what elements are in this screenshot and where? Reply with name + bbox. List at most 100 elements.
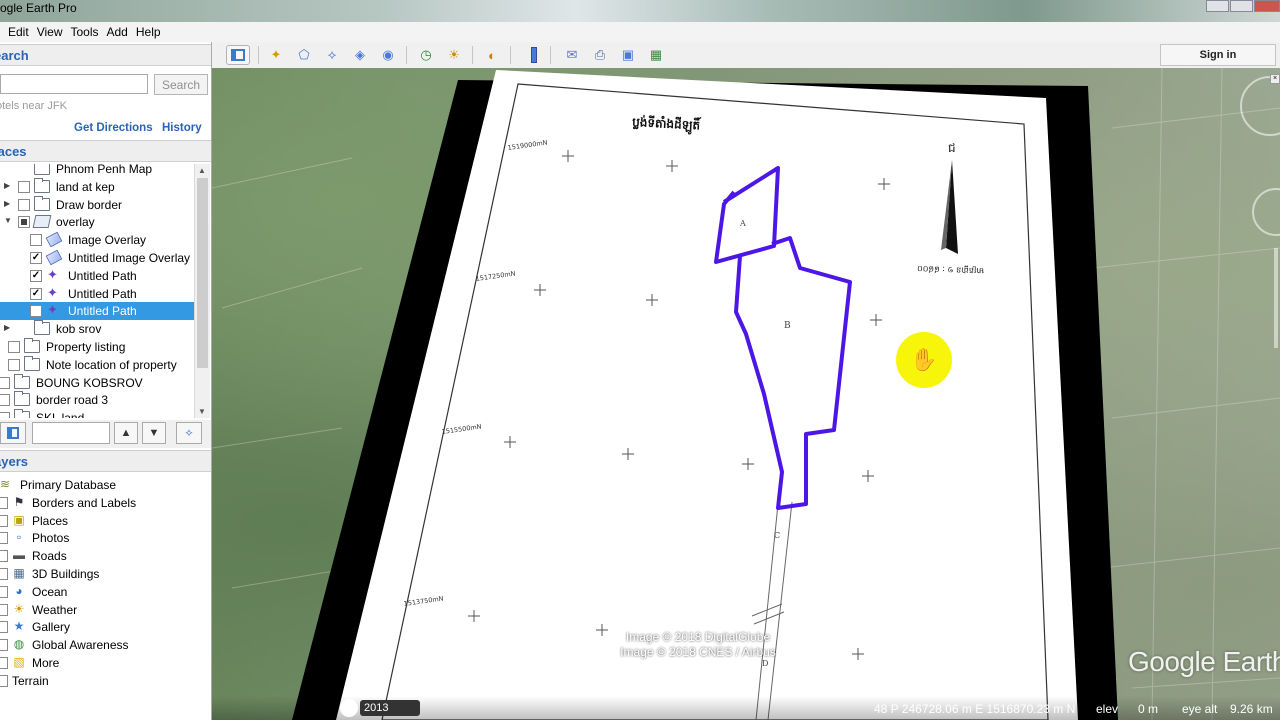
- visibility-checkbox[interactable]: ✓: [30, 287, 42, 300]
- zoom-slider[interactable]: [1274, 248, 1278, 348]
- places-item[interactable]: BOUNG KOBSROV: [0, 373, 194, 392]
- nav-minimize-icon[interactable]: ×: [1270, 74, 1280, 84]
- menu-edit[interactable]: Edit: [6, 25, 35, 39]
- layer-item[interactable]: ▬ Roads: [0, 547, 211, 565]
- places-item[interactable]: ✓ Untitled Image Overlay: [0, 249, 194, 267]
- record-tour-button[interactable]: ◉: [378, 45, 398, 65]
- layer-checkbox[interactable]: [0, 568, 8, 580]
- move-down-button[interactable]: ▼: [142, 422, 166, 444]
- search-button[interactable]: Search: [154, 74, 208, 95]
- expand-icon[interactable]: ▶: [4, 181, 10, 190]
- visibility-checkbox[interactable]: [18, 198, 30, 211]
- email-button[interactable]: ✉: [562, 45, 582, 65]
- menu-help[interactable]: Help: [134, 25, 167, 39]
- sunlight-button[interactable]: ☀: [444, 45, 464, 65]
- visibility-checkbox[interactable]: [0, 376, 10, 389]
- places-item[interactable]: ▶ Draw border: [0, 195, 194, 214]
- places-item[interactable]: Phnom Penh Map: [0, 164, 194, 178]
- places-item[interactable]: Note location of property: [0, 355, 194, 374]
- visibility-checkbox[interactable]: [18, 180, 30, 193]
- places-item[interactable]: Image Overlay: [0, 231, 194, 249]
- places-item[interactable]: ▶ land at kep: [0, 177, 194, 196]
- visibility-checkbox[interactable]: [8, 358, 20, 371]
- map-view[interactable]: 1519000mN 1517250mN 1515500mN 1513750mN …: [212, 68, 1280, 720]
- visibility-checkbox[interactable]: ✓: [30, 252, 42, 264]
- add-path-button[interactable]: ⟡: [322, 45, 342, 65]
- places-item[interactable]: ▶ kob srov: [0, 320, 194, 338]
- move-up-button[interactable]: ▲: [114, 422, 138, 444]
- add-image-overlay-button[interactable]: ◈: [350, 45, 370, 65]
- places-item[interactable]: border road 3: [0, 391, 194, 409]
- layer-checkbox[interactable]: [0, 532, 8, 545]
- layer-item[interactable]: ▣ Places: [0, 512, 211, 530]
- search-input[interactable]: [0, 74, 148, 94]
- scroll-up-icon[interactable]: ▲: [198, 166, 206, 175]
- maximize-button[interactable]: [1230, 0, 1253, 12]
- places-item[interactable]: ✓ Untitled Path: [0, 302, 194, 321]
- play-tour-button[interactable]: ⟡: [176, 422, 202, 444]
- places-item[interactable]: ✓ Untitled Path: [0, 267, 194, 285]
- visibility-checkbox[interactable]: [18, 216, 30, 229]
- expand-icon[interactable]: ▶: [4, 323, 10, 332]
- save-image-button[interactable]: ▣: [618, 45, 638, 65]
- visibility-checkbox[interactable]: ✓: [30, 305, 42, 318]
- places-item[interactable]: ✓ Untitled Path: [0, 285, 194, 303]
- layer-checkbox[interactable]: [0, 603, 8, 616]
- layer-checkbox[interactable]: [0, 674, 8, 687]
- layer-checkbox[interactable]: [0, 514, 8, 527]
- scroll-thumb[interactable]: [197, 178, 208, 368]
- layer-item[interactable]: ⚑ Borders and Labels: [0, 494, 211, 512]
- sidebar-toggle-button[interactable]: [226, 45, 250, 65]
- minimize-button[interactable]: [1206, 0, 1229, 12]
- menu-view[interactable]: View: [35, 25, 69, 39]
- layer-item[interactable]: ☀ Weather: [0, 601, 211, 619]
- print-button[interactable]: ⎙: [590, 45, 610, 65]
- layer-checkbox[interactable]: [0, 639, 8, 652]
- expand-icon[interactable]: ▶: [4, 199, 10, 208]
- look-joystick[interactable]: [1240, 76, 1280, 136]
- layer-checkbox[interactable]: [0, 621, 8, 634]
- layer-checkbox[interactable]: [0, 550, 8, 563]
- ruler-button[interactable]: [524, 45, 544, 65]
- historical-clock-icon[interactable]: [340, 699, 358, 717]
- get-directions-link[interactable]: Get Directions: [74, 122, 153, 134]
- visibility-checkbox[interactable]: [0, 394, 10, 407]
- layer-item[interactable]: ★ Gallery: [0, 618, 211, 636]
- layer-item[interactable]: ◕ Ocean: [0, 583, 211, 601]
- places-panel-toggle-button[interactable]: [0, 422, 26, 444]
- places-scrollbar[interactable]: ▲ ▼: [194, 164, 210, 418]
- places-item[interactable]: Property listing: [0, 338, 194, 356]
- menu-tools[interactable]: Tools: [68, 25, 104, 39]
- menu-add[interactable]: Add: [105, 25, 134, 39]
- switch-to-sky-button[interactable]: ◐: [482, 45, 502, 65]
- history-link[interactable]: History: [162, 122, 202, 134]
- visibility-checkbox[interactable]: [30, 234, 42, 247]
- scroll-down-icon[interactable]: ▼: [198, 407, 206, 416]
- search-panel-header[interactable]: earch: [0, 44, 211, 66]
- visibility-checkbox[interactable]: ✓: [30, 269, 42, 282]
- sign-in-button[interactable]: Sign in: [1160, 44, 1276, 66]
- move-joystick[interactable]: [1252, 188, 1280, 236]
- layer-item[interactable]: ▦ 3D Buildings: [0, 565, 211, 583]
- places-item[interactable]: SKL land: [0, 409, 194, 418]
- navigation-controls[interactable]: ×: [1232, 68, 1280, 358]
- historical-imagery-button[interactable]: ◷: [416, 45, 436, 65]
- close-button[interactable]: [1254, 0, 1280, 12]
- collapse-icon[interactable]: ▼: [4, 216, 12, 225]
- layer-item[interactable]: ▫ Photos: [0, 529, 211, 547]
- layer-item[interactable]: Terrain: [0, 672, 211, 690]
- layer-checkbox[interactable]: [0, 496, 8, 509]
- places-filter-input[interactable]: [32, 422, 110, 444]
- add-polygon-button[interactable]: ⬠: [294, 45, 314, 65]
- layer-item[interactable]: ◍ Global Awareness: [0, 636, 211, 654]
- add-placemark-button[interactable]: ✦: [266, 45, 286, 65]
- map-canvas[interactable]: 1519000mN 1517250mN 1515500mN 1513750mN …: [212, 68, 1280, 720]
- view-in-maps-button[interactable]: ▦: [646, 45, 666, 65]
- places-item[interactable]: ▼ overlay: [0, 213, 194, 231]
- visibility-checkbox[interactable]: [8, 341, 20, 353]
- layer-checkbox[interactable]: [0, 585, 8, 598]
- layer-checkbox[interactable]: [0, 657, 8, 669]
- layer-item[interactable]: ▧ More: [0, 654, 211, 672]
- layers-panel-header[interactable]: ayers: [0, 450, 211, 472]
- visibility-checkbox[interactable]: [0, 412, 10, 418]
